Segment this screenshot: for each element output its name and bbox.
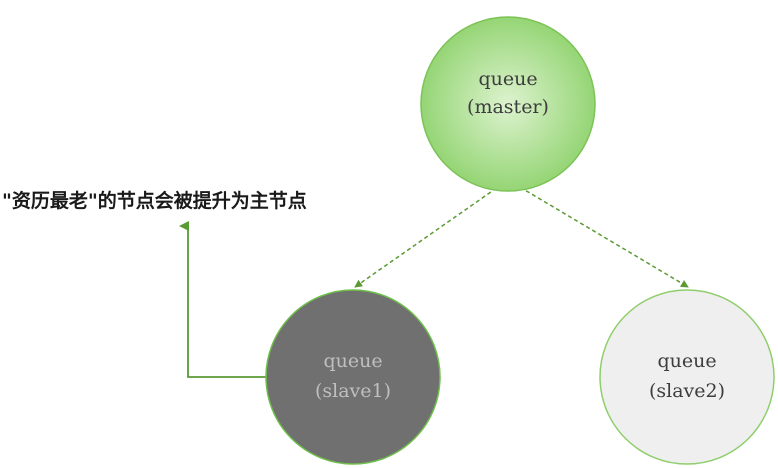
promotion-annotation: "资历最老"的节点会被提升为主节点 (2, 190, 307, 212)
diagram-canvas: queue (master) queue (slave1) queue (sla… (0, 0, 778, 468)
queue-mirror-diagram: queue (master) queue (slave1) queue (sla… (179, 16, 775, 465)
slave2-circle (599, 289, 775, 465)
slave1-label-line1: queue (323, 350, 382, 372)
master-to-slave2-connector (507, 179, 689, 288)
slave2-label-line2: (slave2) (649, 380, 725, 402)
slave1-node: queue (slave1) (265, 289, 441, 465)
master-label-line1: queue (478, 68, 537, 90)
master-to-slave1-connector (354, 179, 509, 288)
master-label-line2: (master) (467, 96, 549, 118)
slave2-node: queue (slave2) (599, 289, 775, 465)
promotion-arrow (179, 221, 266, 378)
slave1-label-line2: (slave1) (315, 380, 391, 402)
master-node: queue (master) (420, 16, 596, 192)
slave1-circle (265, 289, 441, 465)
slave2-label-line1: queue (657, 350, 716, 372)
